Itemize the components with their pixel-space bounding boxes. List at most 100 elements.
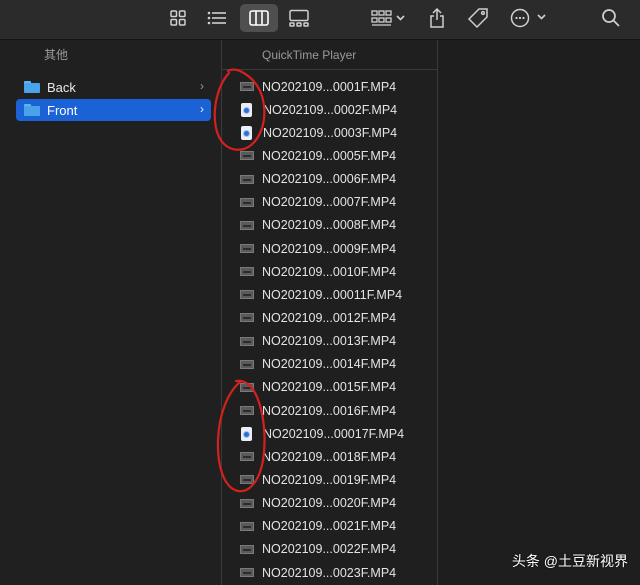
video-thumbnail-icon	[240, 267, 254, 277]
file-name: NO202109...0001F.MP4	[262, 79, 397, 94]
tag-button[interactable]	[464, 4, 492, 32]
file-name: NO202109...0003F.MP4	[263, 125, 398, 140]
video-thumbnail-icon	[240, 359, 254, 369]
more-button[interactable]	[507, 4, 549, 32]
columns-icon	[249, 10, 269, 26]
file-name: NO202109...00011F.MP4	[262, 287, 403, 302]
file-row[interactable]: NO202109...0008F.MP4	[222, 214, 437, 237]
video-thumbnail-icon	[240, 406, 254, 416]
file-row[interactable]: NO202109...0016F.MP4	[222, 399, 437, 422]
group-button[interactable]	[366, 4, 410, 32]
share-button[interactable]	[424, 4, 450, 32]
file-name: NO202109...0013F.MP4	[262, 334, 397, 349]
file-name: NO202109...0010F.MP4	[262, 264, 397, 279]
video-thumbnail-icon	[240, 568, 254, 578]
file-name: NO202109...0020F.MP4	[262, 496, 397, 511]
file-name: NO202109...0008F.MP4	[262, 218, 397, 233]
file-name: NO202109...0002F.MP4	[263, 102, 398, 117]
view-icons-button[interactable]	[164, 4, 192, 32]
file-row[interactable]: NO202109...0012F.MP4	[222, 306, 437, 329]
folder-column: 其他 Back › Front ›	[0, 40, 222, 585]
file-name: NO202109...0014F.MP4	[262, 357, 397, 372]
file-row[interactable]: NO202109...0010F.MP4	[222, 260, 437, 283]
file-row[interactable]: NO202109...0021F.MP4	[222, 515, 437, 538]
video-thumbnail-icon	[240, 290, 254, 300]
folder-back[interactable]: Back ›	[16, 76, 211, 98]
file-name: NO202109...0006F.MP4	[262, 172, 397, 187]
file-name: NO202109...0022F.MP4	[262, 542, 397, 557]
video-thumbnail-icon	[240, 521, 254, 531]
column-header-other: 其他	[44, 48, 69, 62]
search-icon	[602, 9, 620, 27]
video-thumbnail-icon	[240, 174, 254, 184]
view-list-button[interactable]	[203, 4, 231, 32]
file-name: NO202109...0015F.MP4	[262, 380, 397, 395]
file-row[interactable]: NO202109...0022F.MP4	[222, 538, 437, 561]
video-thumbnail-icon	[240, 452, 254, 462]
file-row[interactable]: NO202109...0023F.MP4	[222, 561, 437, 584]
file-row[interactable]: NO202109...0009F.MP4	[222, 237, 437, 260]
file-row[interactable]: NO202109...0015F.MP4	[222, 376, 437, 399]
quicktime-document-icon	[241, 125, 252, 140]
folder-label: Back	[47, 79, 76, 95]
video-thumbnail-icon	[240, 151, 254, 161]
empty-preview-column	[438, 40, 640, 585]
file-row[interactable]: NO202109...00011F.MP4	[222, 283, 437, 306]
file-name: NO202109...0018F.MP4	[262, 449, 397, 464]
file-name: NO202109...0019F.MP4	[262, 472, 397, 487]
file-row[interactable]: NO202109...0018F.MP4	[222, 445, 437, 468]
quicktime-document-icon	[241, 426, 252, 441]
file-name: NO202109...0023F.MP4	[262, 565, 397, 580]
video-thumbnail-icon	[240, 475, 254, 485]
file-row[interactable]: NO202109...0013F.MP4	[222, 330, 437, 353]
file-name: NO202109...0016F.MP4	[262, 403, 397, 418]
file-name: NO202109...0009F.MP4	[262, 241, 397, 256]
folder-front[interactable]: Front ›	[16, 99, 211, 121]
chevron-right-icon: ›	[200, 79, 204, 93]
file-name: NO202109...0021F.MP4	[262, 519, 397, 534]
watermark: 头条 @土豆新视界	[512, 551, 628, 571]
file-row[interactable]: NO202109...0006F.MP4	[222, 168, 437, 191]
column-header-app: QuickTime Player	[222, 40, 437, 70]
file-row[interactable]: NO202109...0020F.MP4	[222, 492, 437, 515]
file-row[interactable]: NO202109...00017F.MP4	[222, 422, 437, 445]
folder-icon	[24, 104, 40, 116]
file-row[interactable]: NO202109...0019F.MP4	[222, 468, 437, 491]
video-thumbnail-icon	[240, 382, 254, 392]
search-button[interactable]	[598, 4, 624, 32]
video-thumbnail-icon	[240, 82, 254, 92]
video-thumbnail-icon	[240, 220, 254, 230]
tag-icon	[467, 8, 488, 29]
watermark-text: 头条 @土豆新视界	[511, 553, 628, 569]
view-gallery-button[interactable]	[285, 4, 313, 32]
grid-icon	[170, 10, 186, 26]
file-name: NO202109...00017F.MP4	[263, 426, 405, 441]
file-row[interactable]: NO202109...0005F.MP4	[222, 144, 437, 167]
file-row[interactable]: NO202109...0002F.MP4	[222, 98, 437, 121]
video-thumbnail-icon	[240, 313, 254, 323]
file-row[interactable]: NO202109...0003F.MP4	[222, 121, 437, 144]
share-icon	[430, 7, 444, 28]
folder-icon	[24, 81, 40, 93]
file-name: NO202109...0012F.MP4	[262, 310, 397, 325]
gallery-icon	[289, 9, 309, 27]
video-thumbnail-icon	[240, 544, 254, 554]
video-thumbnail-icon	[240, 197, 254, 207]
file-name: NO202109...0007F.MP4	[262, 195, 397, 210]
group-grid-icon	[371, 10, 405, 26]
video-thumbnail-icon	[240, 498, 254, 508]
view-columns-button[interactable]	[240, 4, 278, 32]
file-column: QuickTime Player NO202109...0001F.MP4 NO2…	[222, 40, 438, 585]
file-list: NO202109...0001F.MP4 NO202109...0002F.MP4…	[222, 75, 437, 584]
list-icon	[207, 11, 226, 25]
finder-toolbar	[0, 0, 640, 40]
file-row[interactable]: NO202109...0001F.MP4	[222, 75, 437, 98]
file-name: NO202109...0005F.MP4	[262, 148, 397, 163]
chevron-right-icon: ›	[200, 102, 204, 116]
file-row[interactable]: NO202109...0014F.MP4	[222, 353, 437, 376]
file-row[interactable]: NO202109...0007F.MP4	[222, 191, 437, 214]
ellipsis-icon	[510, 8, 546, 28]
video-thumbnail-icon	[240, 244, 254, 254]
video-thumbnail-icon	[240, 336, 254, 346]
quicktime-document-icon	[241, 102, 252, 117]
